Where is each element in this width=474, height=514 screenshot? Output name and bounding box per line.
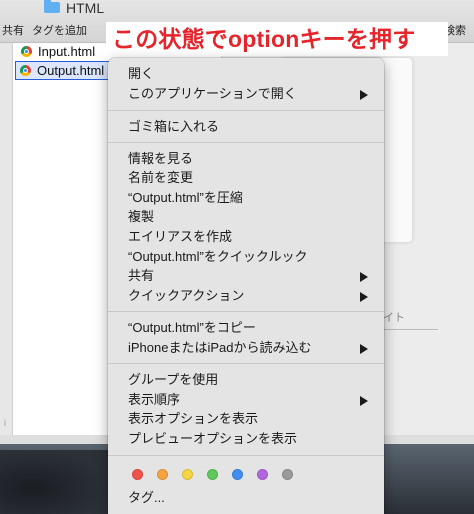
menu-separator: [108, 311, 384, 312]
menu-item-label: エイリアスを作成: [128, 229, 233, 244]
menu-separator: [108, 110, 384, 111]
desktop-coast: [0, 450, 110, 514]
folder-icon: [44, 0, 60, 13]
submenu-arrow-icon: [360, 272, 368, 282]
chrome-html-icon: [20, 65, 31, 76]
menu-item-rename[interactable]: 名前を変更: [108, 168, 384, 188]
menu-item-make-alias[interactable]: エイリアスを作成: [108, 227, 384, 247]
menu-item-copy[interactable]: “Output.html”をコピー: [108, 318, 384, 338]
menu-item-duplicate[interactable]: 複製: [108, 207, 384, 227]
menu-item-open[interactable]: 開く: [108, 64, 384, 84]
chrome-html-icon: [21, 46, 32, 57]
menu-item-label: 情報を見る: [128, 151, 194, 166]
menu-separator: [108, 455, 384, 456]
menu-item-show-view-options[interactable]: 表示オプションを表示: [108, 409, 384, 429]
menu-item-sort-by[interactable]: 表示順序: [108, 390, 384, 410]
file-name: Output.html: [37, 63, 105, 78]
menu-item-show-preview-options[interactable]: プレビューオプションを表示: [108, 429, 384, 449]
tag-color-orange[interactable]: [157, 469, 168, 480]
menu-item-label: 表示順序: [128, 392, 181, 407]
menu-item-label: このアプリケーションで開く: [128, 86, 297, 101]
menu-item-get-info[interactable]: 情報を見る: [108, 149, 384, 169]
menu-item-tags[interactable]: タグ...: [108, 488, 384, 508]
menu-item-label: 複製: [128, 209, 155, 224]
sidebar-edge: i: [4, 418, 6, 428]
menu-item-quick-look[interactable]: “Output.html”をクイックルック: [108, 247, 384, 267]
menu-item-label: “Output.html”を圧縮: [128, 190, 243, 205]
tag-color-yellow[interactable]: [182, 469, 193, 480]
menu-item-label: タグ...: [128, 490, 165, 505]
annotation-banner: この状態でoptionキーを押す: [106, 22, 448, 56]
menu-separator: [108, 142, 384, 143]
menu-item-import-from-iphone[interactable]: iPhoneまたはiPadから読み込む: [108, 338, 384, 358]
menu-item-open-with[interactable]: このアプリケーションで開く: [108, 84, 384, 104]
add-tag-button[interactable]: タグを追加: [32, 22, 87, 38]
menu-item-label: 名前を変更: [128, 170, 194, 185]
menu-item-label: 共有: [128, 268, 155, 283]
menu-item-label: プレビューオプションを表示: [128, 431, 298, 446]
menu-item-label: 表示オプションを表示: [128, 411, 259, 426]
menu-item-use-groups[interactable]: グループを使用: [108, 370, 384, 390]
tag-color-green[interactable]: [207, 469, 218, 480]
menu-item-quick-actions[interactable]: クイックアクション: [108, 286, 384, 306]
submenu-arrow-icon: [360, 396, 368, 406]
window-title: HTML: [66, 0, 105, 16]
submenu-arrow-icon: [360, 344, 368, 354]
menu-item-label: グループを使用: [128, 372, 219, 387]
menu-item-compress[interactable]: “Output.html”を圧縮: [108, 188, 384, 208]
menu-item-label: クイックアクション: [128, 288, 245, 303]
preview-text: イト: [383, 312, 405, 324]
menu-item-share[interactable]: 共有: [108, 266, 384, 286]
sidebar: i: [0, 43, 13, 435]
menu-item-label: iPhoneまたはiPadから読み込む: [128, 340, 312, 355]
menu-item-label: “Output.html”をコピー: [128, 320, 256, 335]
menu-item-move-to-trash[interactable]: ゴミ箱に入れる: [108, 117, 384, 137]
tag-color-blue[interactable]: [232, 469, 243, 480]
tag-color-purple[interactable]: [257, 469, 268, 480]
tag-color-red[interactable]: [132, 469, 143, 480]
menu-separator: [108, 363, 384, 364]
menu-item-label: 開く: [128, 66, 155, 81]
tag-color-gray[interactable]: [282, 469, 293, 480]
menu-item-label: “Output.html”をクイックルック: [128, 249, 308, 264]
menu-item-label: ゴミ箱に入れる: [128, 119, 220, 134]
file-name: Input.html: [38, 44, 96, 59]
context-menu: タグ... 開くこのアプリケーションで開く ゴミ箱に入れる 情報を見る名前を変更 “O…: [108, 58, 384, 514]
share-button[interactable]: 共有: [2, 22, 24, 38]
submenu-arrow-icon: [360, 292, 368, 302]
submenu-arrow-icon: [360, 90, 368, 100]
